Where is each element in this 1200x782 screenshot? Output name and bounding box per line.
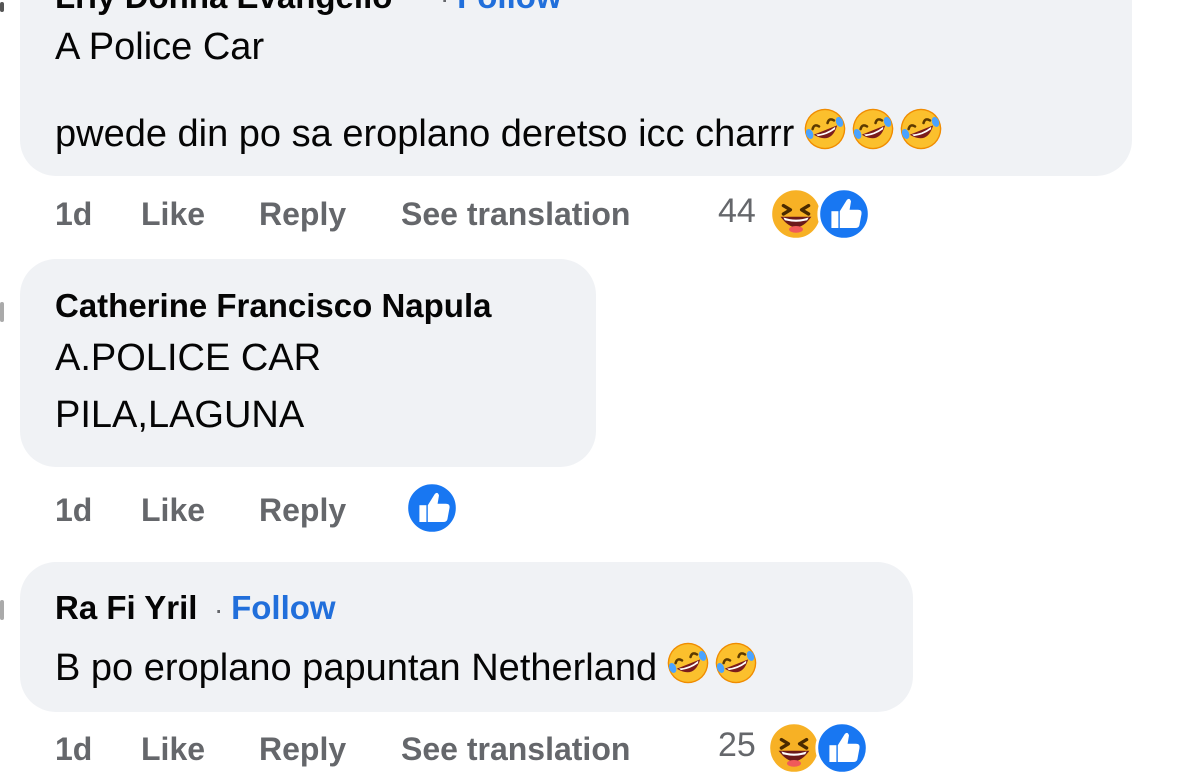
- follow-wrap: · Follow: [214, 589, 336, 627]
- avatar[interactable]: [0, 302, 4, 322]
- reaction-summary[interactable]: 25: [718, 720, 878, 772]
- like-button[interactable]: Like: [141, 731, 205, 768]
- follow-button[interactable]: Follow: [231, 589, 335, 626]
- avatar[interactable]: [0, 2, 4, 12]
- reply-button[interactable]: Reply: [259, 492, 346, 529]
- comment-text: A Police Car: [55, 26, 265, 68]
- separator-dot: ·: [214, 594, 232, 625]
- like-button[interactable]: Like: [141, 492, 205, 529]
- reply-button[interactable]: Reply: [259, 196, 346, 233]
- see-translation-link[interactable]: See translation: [401, 196, 630, 233]
- reaction-summary[interactable]: 44: [718, 186, 878, 238]
- rofl-emoji-icon: [713, 640, 759, 686]
- comment-author[interactable]: Ra Fi Yril: [55, 589, 197, 627]
- comment-time[interactable]: 1d: [55, 731, 92, 768]
- emoji-group: [802, 106, 946, 162]
- comment-actions: 1d Like Reply See translation: [55, 727, 695, 771]
- comment-text-line: pwede din po sa eroplano deretso icc cha…: [55, 106, 946, 162]
- comment-author[interactable]: Catherine Francisco Napula: [55, 287, 491, 325]
- reaction-count: 25: [718, 726, 756, 764]
- comment-author[interactable]: Lrly Donna Evangelio: [55, 0, 392, 16]
- reaction-summary[interactable]: [404, 480, 464, 532]
- comment-text: B po eroplano papuntan Netherland: [55, 647, 658, 689]
- like-icon: [404, 480, 460, 536]
- like-icon: [816, 186, 872, 242]
- rofl-emoji-icon: [850, 106, 896, 152]
- separator-dot: ·: [440, 0, 457, 14]
- rofl-emoji-icon: [802, 106, 848, 152]
- like-icon: [814, 720, 870, 776]
- comments-thread: Lrly Donna Evangelio · Follow A Police C…: [0, 0, 1200, 782]
- comment-text: PILA,LAGUNA: [55, 394, 305, 436]
- rofl-emoji-icon: [665, 640, 711, 686]
- see-translation-link[interactable]: See translation: [401, 731, 630, 768]
- comment-actions: 1d Like Reply: [55, 488, 395, 532]
- reaction-count: 44: [718, 192, 756, 230]
- comment-time[interactable]: 1d: [55, 492, 92, 529]
- like-button[interactable]: Like: [141, 196, 205, 233]
- comment-actions: 1d Like Reply See translation: [55, 192, 695, 236]
- comment-text: pwede din po sa eroplano deretso icc cha…: [55, 113, 795, 155]
- rofl-emoji-icon: [898, 106, 944, 152]
- avatar[interactable]: [0, 600, 4, 620]
- follow-wrap: · Follow: [440, 0, 562, 16]
- comment-time[interactable]: 1d: [55, 196, 92, 233]
- comment-text-line: B po eroplano papuntan Netherland: [55, 640, 761, 696]
- comment-text: A.POLICE CAR: [55, 337, 322, 379]
- follow-button[interactable]: Follow: [457, 0, 561, 15]
- emoji-group: [665, 640, 761, 696]
- reply-button[interactable]: Reply: [259, 731, 346, 768]
